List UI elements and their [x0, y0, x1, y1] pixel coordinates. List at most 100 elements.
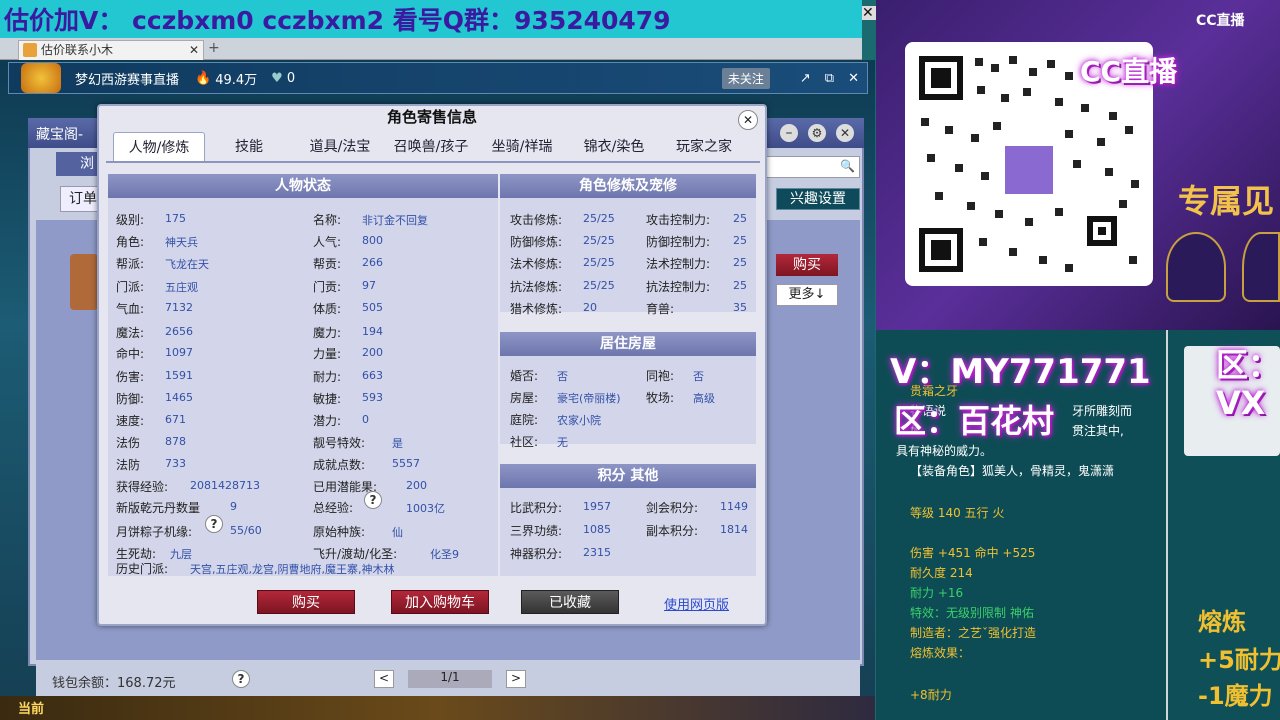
status-value: 5557	[392, 457, 420, 470]
score-value: 1957	[583, 500, 611, 513]
status-label: 法防	[116, 458, 141, 472]
favorited-button[interactable]: 已收藏	[521, 590, 619, 614]
tab-summons[interactable]: 召唤兽/孩子	[386, 132, 476, 162]
next-page-button[interactable]: >	[506, 670, 526, 688]
close-icon[interactable]: ✕	[848, 71, 859, 86]
like-count: 0	[286, 70, 296, 86]
cult-label: 抗法控制力:	[646, 280, 711, 294]
search-input[interactable]: 🔍	[766, 156, 860, 178]
history-label: 历史门派:	[116, 562, 169, 576]
item-desc-1: 牙所雕刻而	[1072, 404, 1133, 418]
status-value: 878	[165, 435, 186, 448]
use-web-version-link[interactable]: 使用网页版	[664, 594, 729, 613]
cult-label: 育兽:	[646, 302, 675, 316]
more-button[interactable]: 更多↓	[776, 284, 838, 306]
listing-buy-button[interactable]: 购买	[776, 254, 838, 276]
share-icon[interactable]: ↗	[800, 71, 811, 86]
close-icon[interactable]: ✕	[836, 124, 854, 142]
item-desc-3: 具有神秘的威力。	[896, 444, 993, 458]
tab-favicon-icon	[23, 43, 37, 57]
buy-button[interactable]: 购买	[257, 590, 355, 614]
melt-title: 熔炼	[1198, 608, 1246, 636]
house-value: 豪宅(帝丽楼)	[557, 392, 621, 405]
score-value: 1149	[720, 500, 748, 513]
minimize-icon[interactable]: –	[780, 124, 798, 142]
add-to-cart-button[interactable]: 加入购物车	[391, 590, 489, 614]
status-label: 获得经验:	[116, 480, 169, 494]
status-label: 级别:	[116, 213, 145, 227]
status-value: 800	[362, 234, 383, 247]
settings-gear-icon[interactable]: ⚙	[808, 124, 826, 142]
tab-items[interactable]: 道具/法宝	[300, 132, 380, 162]
cult-value: 25	[733, 234, 747, 247]
help-icon[interactable]: ?	[364, 491, 382, 509]
status-value: 733	[165, 457, 186, 470]
score-value: 1814	[720, 523, 748, 536]
stream-title: 梦幻西游赛事直播	[75, 72, 180, 88]
status-value: 194	[362, 325, 383, 338]
cc-live-logo: CC直播	[1196, 13, 1245, 29]
house-label: 社区:	[510, 435, 539, 449]
close-icon[interactable]: ✕	[738, 110, 758, 130]
status-label: 角色:	[116, 235, 145, 249]
browser-tab[interactable]: 估价联系小木 ✕	[18, 40, 204, 60]
cult-value: 25/25	[583, 212, 615, 225]
status-value: 671	[165, 413, 186, 426]
browser-tab-label: 估价联系小木	[41, 43, 114, 57]
current-label: 当前	[18, 702, 45, 717]
status-value: 1003亿	[406, 502, 445, 515]
score-label: 剑会积分:	[646, 501, 699, 515]
house-value: 农家小院	[557, 414, 601, 427]
score-value: 2315	[583, 546, 611, 559]
tab-outfits[interactable]: 锦衣/染色	[574, 132, 654, 162]
help-icon[interactable]: ?	[232, 670, 250, 688]
page-indicator: 1/1	[408, 670, 492, 688]
vx-overlay: VX	[1216, 384, 1266, 422]
close-icon[interactable]: ✕	[862, 6, 876, 20]
popout-icon[interactable]: ⧉	[825, 71, 834, 86]
follow-button[interactable]: 未关注	[721, 67, 770, 89]
status-value: 非订金不回复	[362, 214, 428, 227]
house-label: 牧场:	[646, 391, 675, 405]
score-label: 比武积分:	[510, 501, 563, 515]
status-label: 名称:	[313, 213, 342, 227]
status-label: 力量:	[313, 347, 342, 361]
cult-label: 法术控制力:	[646, 257, 711, 271]
item-endurance: 耐力 +16	[910, 586, 964, 600]
status-label: 飞升/渡劫/化圣:	[313, 547, 398, 561]
search-icon[interactable]: 🔍	[840, 159, 855, 173]
tab-close-icon[interactable]: ✕	[189, 41, 199, 59]
status-label: 耐力:	[313, 370, 342, 384]
status-label: 人气:	[313, 235, 342, 249]
tab-home[interactable]: 玩家之家	[664, 132, 744, 162]
status-label: 命中:	[116, 347, 145, 361]
house-label: 庭院:	[510, 413, 539, 427]
new-tab-button[interactable]: +	[208, 40, 220, 56]
reward-icon	[1242, 232, 1280, 302]
status-value: 化圣9	[430, 548, 459, 561]
score-value: 1085	[583, 523, 611, 536]
cult-value: 25/25	[583, 279, 615, 292]
house-label: 婚否:	[510, 369, 539, 383]
prev-page-button[interactable]: <	[374, 670, 394, 688]
melt-line-2: -1魔力	[1198, 682, 1273, 710]
house-header: 居住房屋	[500, 332, 756, 356]
item-melt-label: 熔炼效果：	[910, 646, 971, 660]
status-label: 总经验:	[313, 501, 354, 515]
history-value: 天宫,五庄观,龙宫,阴曹地府,魔王寨,神木林	[190, 563, 395, 576]
item-damage: 伤害 +451 命中 +525	[910, 546, 1036, 560]
status-label: 法伤	[116, 436, 141, 450]
status-label: 原始种族:	[313, 525, 366, 539]
status-value: 0	[362, 413, 369, 426]
tab-character-cultivation[interactable]: 人物/修炼	[113, 132, 205, 162]
cult-value: 25/25	[583, 256, 615, 269]
tab-skills[interactable]: 技能	[217, 132, 281, 162]
fire-icon: 🔥	[195, 70, 212, 86]
help-icon[interactable]: ?	[205, 515, 223, 533]
status-label: 成就点数:	[313, 458, 366, 472]
tab-mounts[interactable]: 坐骑/祥瑞	[482, 132, 562, 162]
interest-settings-button[interactable]: 兴趣设置	[776, 188, 860, 210]
wallet-balance: 钱包余额：168.72元	[52, 676, 176, 691]
browser-tab-bar: 估价联系小木 ✕ +	[0, 38, 862, 60]
status-value: 1465	[165, 391, 193, 404]
